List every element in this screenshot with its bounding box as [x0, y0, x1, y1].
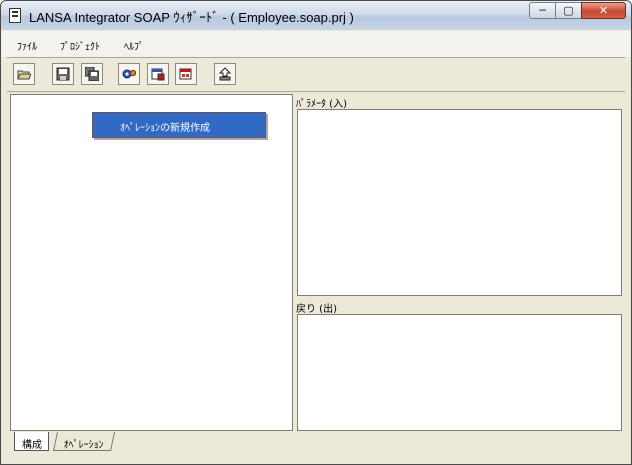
window-title: LANSA Integrator SOAP ｳｨｻﾞｰﾄﾞ - ( Employ… [29, 10, 354, 25]
open-button[interactable] [13, 63, 35, 85]
save-all-icon [85, 67, 99, 81]
menu-bar: ﾌｧｲﾙ ﾌﾟﾛｼﾞｪｸﾄ ﾍﾙﾌﾟ [1, 31, 631, 57]
export-button[interactable] [147, 63, 169, 85]
app-icon [9, 8, 21, 23]
main-window: LANSA Integrator SOAP ｳｨｻﾞｰﾄﾞ - ( Employ… [0, 0, 632, 465]
maximize-button[interactable]: ▢ [555, 2, 582, 19]
menu-file[interactable]: ﾌｧｲﾙ [17, 38, 37, 53]
window-export-icon [151, 68, 165, 81]
tab-strip: 構成 ｵﾍﾟﾚｰｼｮﾝ [10, 431, 630, 453]
context-menu-item-label: ｵﾍﾟﾚｰｼｮﾝの新規作成 [120, 123, 210, 134]
toolbar [1, 58, 631, 91]
save-button[interactable] [52, 63, 74, 85]
save-all-button[interactable] [81, 63, 103, 85]
params-in-area[interactable] [297, 109, 622, 296]
window-settings-icon [179, 68, 192, 80]
details-panel: ﾊﾟﾗﾒｰﾀ (入) 戻り (出) [295, 94, 624, 431]
tab-operations[interactable]: ｵﾍﾟﾚｰｼｮﾝ [52, 432, 116, 451]
params-in-label: ﾊﾟﾗﾒｰﾀ (入) [296, 99, 347, 110]
save-icon [56, 67, 70, 81]
settings-button[interactable] [175, 63, 197, 85]
close-button[interactable]: ✕ [581, 2, 626, 19]
return-out-label: 戻り (出) [296, 304, 337, 315]
operations-tree[interactable] [10, 94, 293, 431]
upload-icon [218, 67, 232, 81]
tab-configuration[interactable]: 構成 [14, 432, 49, 451]
return-out-area[interactable] [297, 314, 622, 431]
open-icon [17, 70, 31, 80]
generate-button[interactable] [118, 63, 140, 85]
context-menu: ｵﾍﾟﾚｰｼｮﾝの新規作成 [92, 112, 266, 138]
menu-help[interactable]: ﾍﾙﾌﾟ [124, 38, 144, 53]
menu-project[interactable]: ﾌﾟﾛｼﾞｪｸﾄ [60, 38, 100, 53]
window-controls: ─ ▢ ✕ [529, 2, 626, 20]
toolbar-separator [7, 91, 625, 92]
minimize-button[interactable]: ─ [529, 2, 556, 19]
upload-button[interactable] [214, 63, 236, 85]
gears-icon [122, 69, 136, 79]
title-bar[interactable]: LANSA Integrator SOAP ｳｨｻﾞｰﾄﾞ - ( Employ… [1, 1, 631, 30]
tab-operations-label: ｵﾍﾟﾚｰｼｮﾝ [63, 440, 104, 451]
context-menu-item-new-operation[interactable]: ｵﾍﾟﾚｰｼｮﾝの新規作成 [95, 115, 263, 135]
